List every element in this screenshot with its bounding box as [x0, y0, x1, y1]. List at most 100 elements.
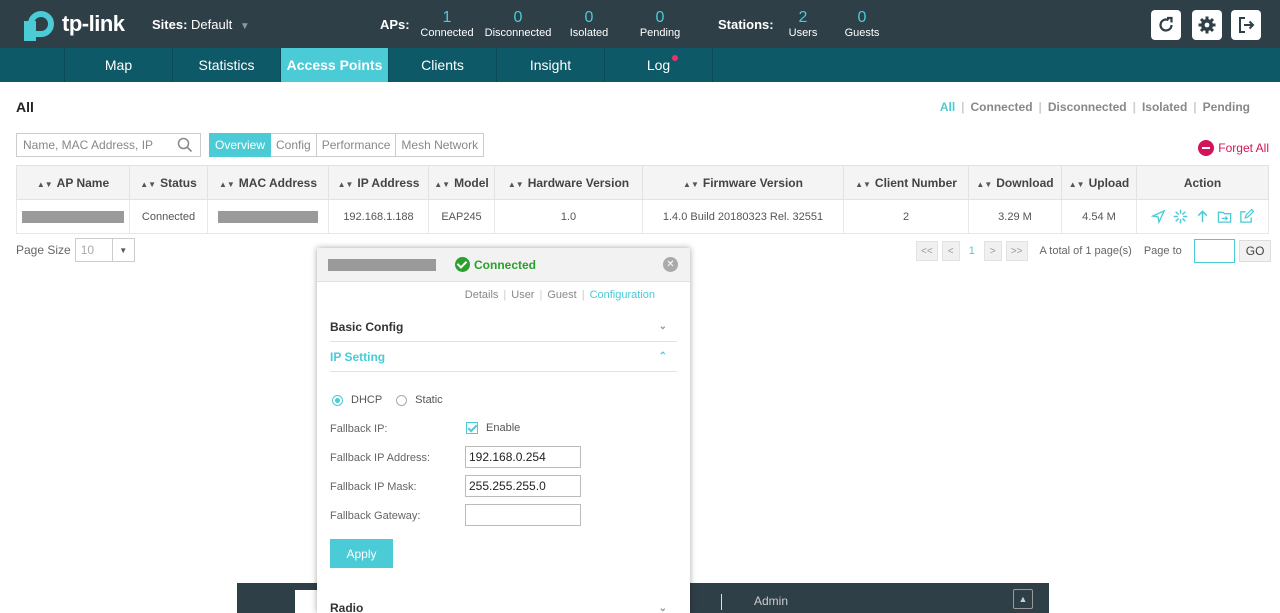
page-size-label: Page Size	[16, 243, 71, 257]
tab-mesh-network[interactable]: Mesh Network	[396, 133, 485, 157]
tab-configuration[interactable]: Configuration	[585, 289, 660, 301]
expand-up-button[interactable]: ▲	[1013, 589, 1033, 609]
col-model[interactable]: ▲▼ Model	[428, 165, 495, 200]
reboot-icon[interactable]	[1173, 209, 1188, 224]
col-ap-name[interactable]: ▲▼ AP Name	[16, 165, 130, 200]
page-size-select[interactable]: 10 ▼	[74, 238, 135, 262]
pagination: << < 1 > >> A total of 1 page(s) Page to…	[916, 239, 1272, 263]
close-button[interactable]: ✕	[663, 257, 678, 272]
nav-access-points[interactable]: Access Points	[280, 48, 388, 82]
stat-aps-pending[interactable]: 0 Pending	[620, 9, 700, 39]
section-ip-setting[interactable]: IP Setting ⌃	[330, 342, 677, 372]
hardware-version-cell: 1.0	[494, 199, 643, 234]
logout-button[interactable]	[1231, 10, 1261, 40]
filter-isolated[interactable]: Isolated	[1136, 100, 1193, 114]
prev-page-button[interactable]: <	[941, 241, 960, 261]
status-cell: Connected	[129, 199, 208, 234]
table-header: ▲▼ AP Name ▲▼ Status ▲▼ MAC Address ▲▼ IP Ad…	[16, 165, 1269, 200]
ap-name-cell[interactable]	[16, 199, 130, 234]
tab-performance[interactable]: Performance	[316, 133, 397, 157]
top-bar: tp-link Sites: Default ▼ APs: 1 Connecte…	[0, 0, 1280, 48]
view-tabs: Overview Config Performance Mesh Network	[209, 133, 485, 157]
nav-insight[interactable]: Insight	[496, 48, 604, 82]
tp-link-logo[interactable]: tp-link	[24, 7, 125, 41]
tab-overview[interactable]: Overview	[209, 133, 272, 157]
page-title: All	[16, 99, 34, 115]
model-cell: EAP245	[428, 199, 495, 234]
locate-icon[interactable]	[1151, 209, 1166, 224]
table-row[interactable]: Connected 192.168.1.188 EAP245 1.0 1.4.0…	[16, 199, 1269, 234]
dhcp-radio[interactable]	[332, 394, 343, 406]
fallback-ip-mask-label: Fallback IP Mask:	[330, 481, 417, 493]
refresh-button[interactable]	[1151, 10, 1181, 40]
last-page-button[interactable]: >>	[1005, 241, 1028, 261]
admin-label[interactable]: Admin	[754, 594, 788, 608]
stat-aps-isolated[interactable]: 0 Isolated	[549, 9, 629, 39]
site-selector[interactable]: Sites: Default ▼	[152, 17, 250, 32]
col-status[interactable]: ▲▼ Status	[129, 165, 208, 200]
static-radio[interactable]	[396, 394, 408, 406]
apply-button[interactable]: Apply	[330, 539, 393, 568]
nav-map[interactable]: Map	[64, 48, 172, 82]
section-basic-config[interactable]: Basic Config ⌄	[330, 312, 677, 342]
minus-circle-icon	[1198, 140, 1215, 156]
col-hardware-version[interactable]: ▲▼ Hardware Version	[494, 165, 643, 200]
stat-aps-disconnected[interactable]: 0 Disconnected	[478, 9, 558, 39]
filter-connected[interactable]: Connected	[965, 100, 1039, 114]
search-input[interactable]	[17, 134, 177, 156]
forget-all-button[interactable]: Forget All	[1198, 140, 1269, 156]
radio-label: Radio	[330, 601, 364, 613]
col-download[interactable]: ▲▼ Download	[968, 165, 1062, 200]
go-button[interactable]: GO	[1238, 240, 1272, 262]
tab-guest[interactable]: Guest	[542, 289, 581, 301]
page-total: A total of 1 page(s)	[1039, 245, 1132, 257]
stat-aps-connected[interactable]: 1 Connected	[407, 9, 487, 39]
ip-address-cell: 192.168.1.188	[328, 199, 429, 234]
col-mac-address[interactable]: ▲▼ MAC Address	[207, 165, 329, 200]
notification-dot	[672, 55, 678, 61]
upgrade-icon[interactable]	[1195, 209, 1210, 224]
search-icon[interactable]	[177, 137, 193, 153]
stat-guests[interactable]: 0 Guests	[822, 9, 902, 39]
fallback-ip-mask-input[interactable]	[465, 475, 581, 497]
section-radio[interactable]: Radio ⌄	[330, 593, 677, 613]
page-to-label: Page to	[1143, 245, 1182, 257]
current-page[interactable]: 1	[964, 245, 980, 257]
next-page-button[interactable]: >	[983, 241, 1002, 261]
nav-log[interactable]: Log	[604, 48, 712, 82]
filter-disconnected[interactable]: Disconnected	[1042, 100, 1133, 114]
nav-statistics[interactable]: Statistics	[172, 48, 280, 82]
page-size-value: 10	[80, 243, 95, 257]
ip-setting-label: IP Setting	[330, 349, 386, 364]
gear-icon	[1198, 16, 1216, 34]
col-client-number[interactable]: ▲▼ Client Number	[843, 165, 969, 200]
tp-link-logo-icon	[24, 7, 58, 41]
fallback-gateway-input[interactable]	[465, 504, 581, 526]
first-page-button[interactable]: <<	[916, 241, 938, 261]
col-firmware-version[interactable]: ▲▼ Firmware Version	[642, 165, 844, 200]
filter-all[interactable]: All	[934, 100, 961, 114]
check-circle-icon	[455, 257, 470, 272]
settings-button[interactable]	[1192, 10, 1222, 40]
move-folder-icon[interactable]	[1217, 209, 1232, 224]
redacted-ap-name	[328, 259, 436, 271]
client-number-cell: 2	[843, 199, 969, 234]
page-to-input[interactable]	[1193, 239, 1235, 263]
chevron-double-up-icon: ⌃	[658, 351, 667, 362]
tab-details[interactable]: Details	[460, 289, 504, 301]
search-box	[16, 133, 201, 157]
download-cell: 3.29 M	[968, 199, 1062, 234]
tab-config[interactable]: Config	[271, 133, 317, 157]
mac-address-cell	[207, 199, 329, 234]
upload-cell: 4.54 M	[1061, 199, 1137, 234]
enable-checkbox[interactable]	[466, 422, 478, 434]
edit-icon[interactable]	[1239, 209, 1254, 224]
col-ip-address[interactable]: ▲▼ IP Address	[328, 165, 429, 200]
fallback-ip-address-input[interactable]	[465, 446, 581, 468]
forget-all-label: Forget All	[1218, 141, 1269, 155]
nav-clients[interactable]: Clients	[388, 48, 496, 82]
tab-user[interactable]: User	[506, 289, 539, 301]
filter-pending[interactable]: Pending	[1197, 100, 1256, 114]
col-upload[interactable]: ▲▼ Upload	[1061, 165, 1137, 200]
static-label: Static	[415, 394, 443, 406]
